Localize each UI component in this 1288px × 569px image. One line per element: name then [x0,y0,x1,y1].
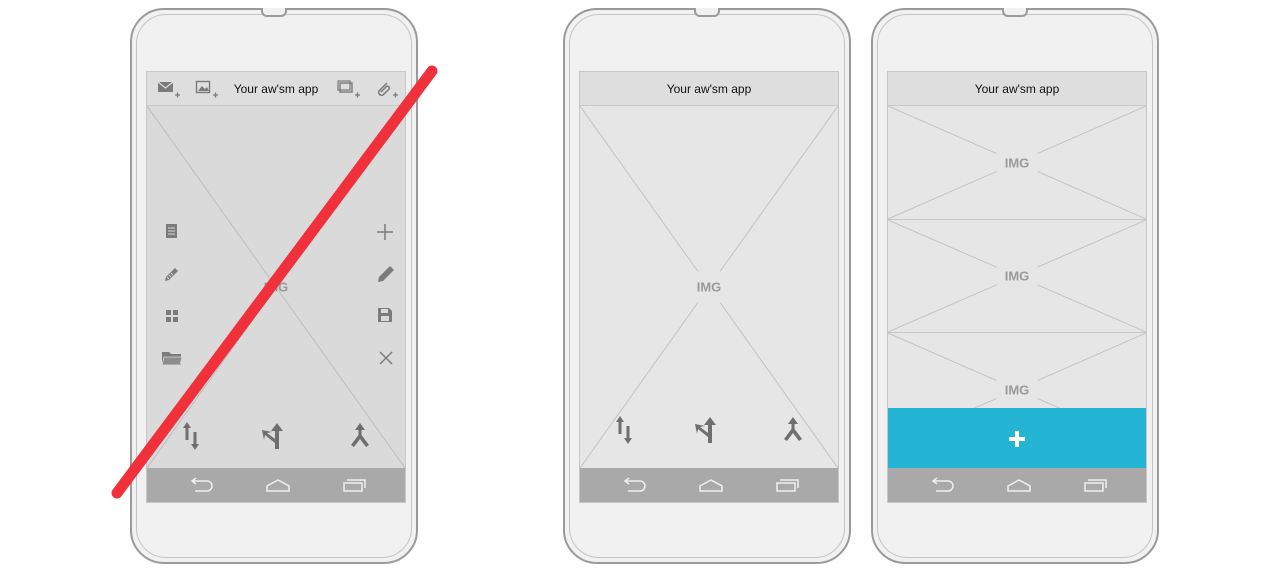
image-label: IMG [690,271,728,303]
system-nav-bar [580,468,838,502]
phone-simplified: Your aw'sm app IMG [563,8,851,564]
image-label: IMG [996,263,1038,289]
app-bar: Your aw'sm app [580,72,838,106]
app-title: Your aw'sm app [974,82,1060,96]
image-placeholder-1[interactable]: IMG [888,106,1146,220]
image-placeholder-2[interactable]: IMG [888,220,1146,333]
phone-list: Your aw'sm app IMG IMG IMG [871,8,1159,564]
home-icon[interactable] [1006,476,1032,494]
image-label: IMG [996,377,1038,402]
screen: Your aw'sm app IMG IMG IMG [887,71,1147,503]
home-icon[interactable] [698,476,724,494]
phone-notch [1002,8,1028,17]
recent-apps-icon[interactable] [1082,476,1108,494]
merge-icon[interactable] [780,415,806,445]
app-title: Your aw'sm app [666,82,752,96]
app-bar: Your aw'sm app [888,72,1146,106]
system-nav-bar [888,468,1146,502]
plus-icon [1009,431,1025,447]
recent-apps-icon[interactable] [774,476,800,494]
screen: Your aw'sm app IMG [579,71,839,503]
turn-icon[interactable] [694,415,720,445]
swap-vertical-icon[interactable] [612,414,636,446]
add-button[interactable] [888,408,1146,468]
back-icon[interactable] [930,476,956,494]
image-label: IMG [996,150,1038,175]
phone-notch [694,8,720,17]
back-icon[interactable] [622,476,648,494]
